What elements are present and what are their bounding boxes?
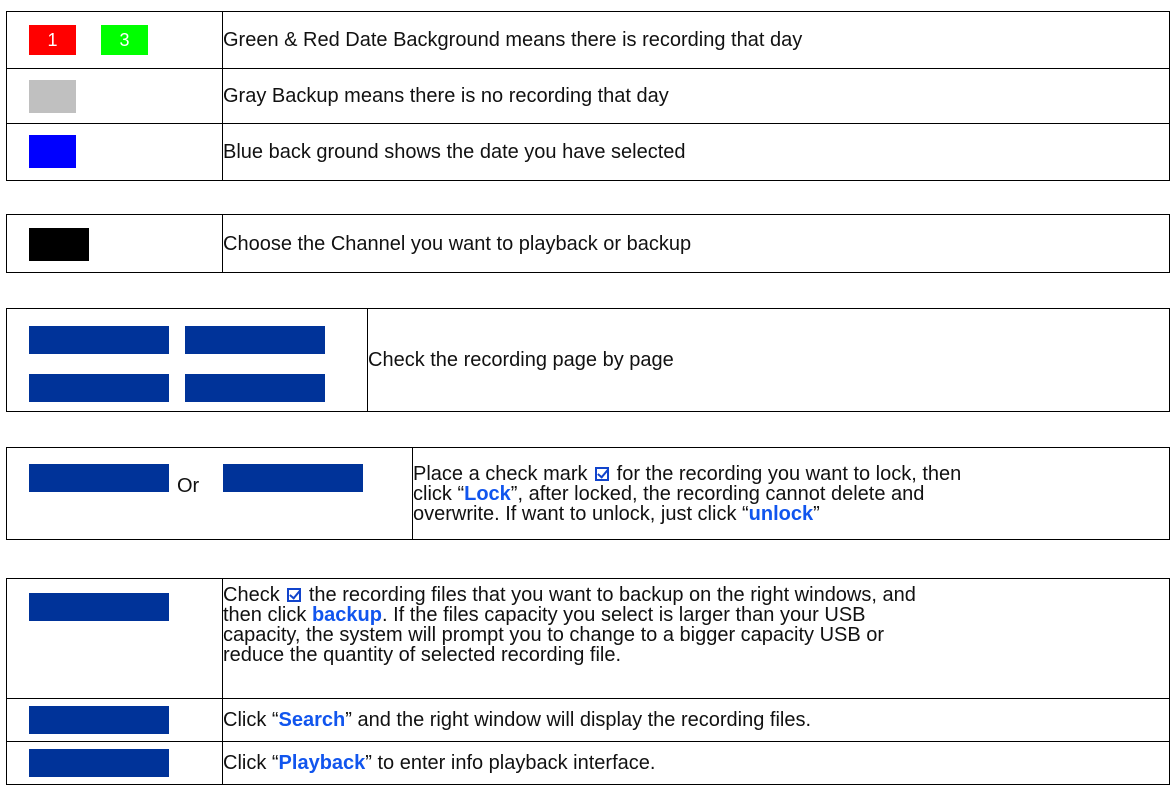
lock-table: Or Place a check mark for the recording … [6,447,1170,540]
backup-text-line-4: reduce the quantity of selected recordin… [223,644,622,666]
search-button-cell [6,698,223,742]
backup-button-cell [6,578,223,699]
playback-text: Click “Playback” to enter info playback … [222,741,1170,785]
green-date-swatch: 3 [101,25,148,55]
legend-text-no-recording: Gray Backup means there is no recording … [222,68,1170,124]
backup-button[interactable] [29,593,169,621]
backup-text-line-1: Check the recording files that you want … [223,584,916,606]
playback-button-cell [6,741,223,785]
red-date-swatch: 1 [29,25,76,55]
backup-row: Check the recording files that you want … [6,578,1170,699]
playback-button[interactable] [29,749,169,777]
playback-row: Click “Playback” to enter info playback … [6,741,1170,785]
paging-row: Check the recording page by page [6,308,1170,412]
backup-text: Check the recording files that you want … [222,578,1170,699]
legend-swatch-cell: 1 3 [6,11,223,69]
checkbox-checked-icon [595,466,610,481]
unlock-button[interactable] [223,464,363,492]
channel-button[interactable] [29,228,89,261]
lock-text: Place a check mark for the recording you… [412,447,1170,540]
legend-row-no-recording: Gray Backup means there is no recording … [6,68,1170,124]
last-page-button[interactable] [185,374,325,402]
paging-text: Check the recording page by page [367,308,1170,412]
legend-text-selected: Blue back ground shows the date you have… [222,123,1170,181]
legend-text-recording: Green & Red Date Background means there … [222,11,1170,69]
legend-swatch-cell [6,68,223,124]
gray-date-swatch [29,80,76,113]
previous-page-button[interactable] [185,326,325,354]
red-date-number: 1 [47,29,58,50]
or-label: Or [177,475,200,497]
playback-keyword: Playback [278,752,366,774]
channel-swatch-cell [6,214,223,273]
lock-button[interactable] [29,464,169,492]
blue-date-swatch [29,135,76,168]
search-button[interactable] [29,706,169,734]
legend-row-recording: 1 3 Green & Red Date Background means th… [6,11,1170,69]
paging-table: Check the recording page by page [6,308,1170,412]
legend-swatch-cell [6,123,223,181]
backup-keyword: backup [311,604,382,626]
backup-text-line-3: capacity, the system will prompt you to … [223,624,885,646]
green-date-number: 3 [119,29,130,50]
search-keyword: Search [278,709,346,731]
date-legend-table: 1 3 Green & Red Date Background means th… [6,11,1170,181]
paging-buttons-cell [6,308,368,412]
unlock-keyword: unlock [748,502,814,525]
lock-buttons-cell: Or [6,447,413,540]
first-page-button[interactable] [29,326,169,354]
legend-row-selected: Blue back ground shows the date you have… [6,123,1170,181]
channel-text: Choose the Channel you want to playback … [222,214,1170,273]
lock-text-line-3: overwrite. If want to unlock, just click… [413,502,820,525]
actions-table: Check the recording files that you want … [6,578,1170,785]
next-page-button[interactable] [29,374,169,402]
lock-text-line-2: click “Lock”, after locked, the recordin… [413,482,925,505]
search-text: Click “Search” and the right window will… [222,698,1170,742]
backup-text-line-2: then click backup. If the files capacity… [223,604,866,626]
channel-table: Choose the Channel you want to playback … [6,214,1170,273]
checkbox-checked-icon [287,588,302,602]
channel-row: Choose the Channel you want to playback … [6,214,1170,273]
lock-keyword: Lock [464,482,511,505]
lock-text-line-1: Place a check mark for the recording you… [413,462,962,485]
lock-row: Or Place a check mark for the recording … [6,447,1170,540]
search-row: Click “Search” and the right window will… [6,698,1170,742]
